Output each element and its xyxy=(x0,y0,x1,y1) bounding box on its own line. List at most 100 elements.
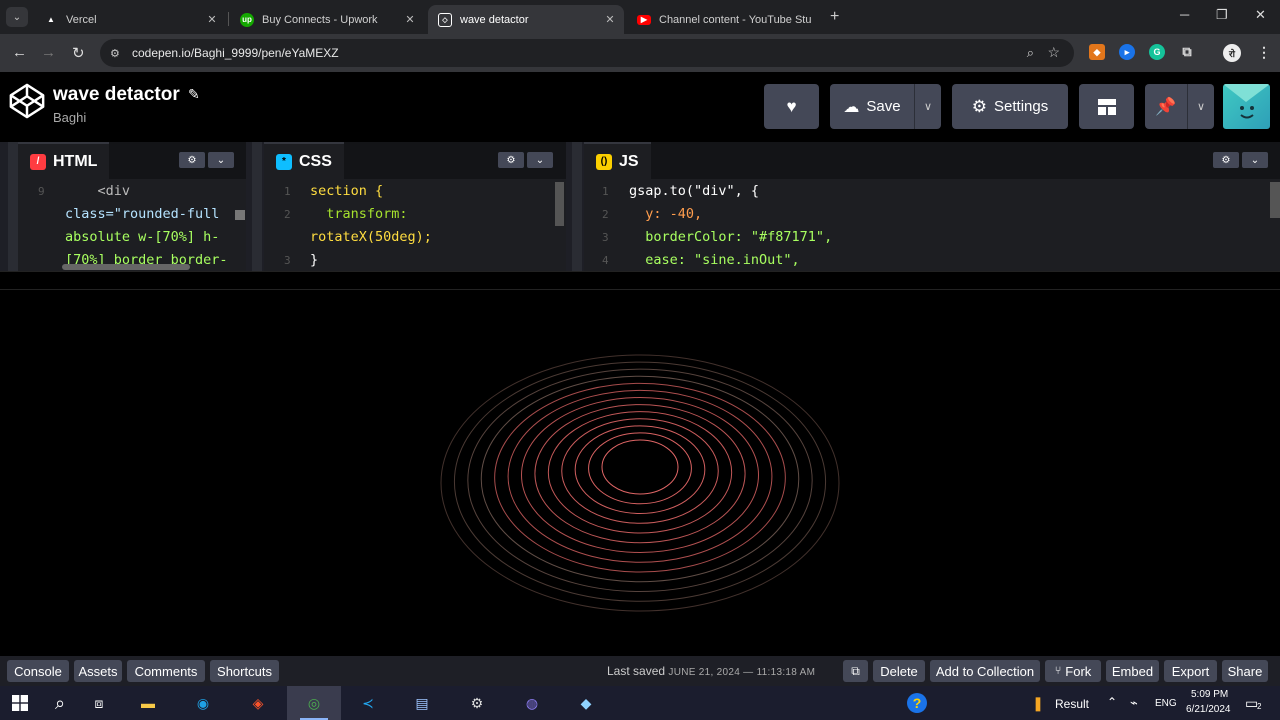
edge-icon[interactable]: ◉ xyxy=(193,693,213,713)
html-editor-tab[interactable]: / HTML xyxy=(18,142,110,179)
vscode-icon[interactable]: ≺ xyxy=(358,693,378,713)
browser-tab-youtube[interactable]: ▶ Channel content - YouTube Stu xyxy=(627,5,827,34)
language-indicator[interactable]: ENG xyxy=(1155,698,1177,709)
browser-menu-icon[interactable]: ⋮ xyxy=(1256,44,1272,60)
scrollbar-thumb[interactable] xyxy=(555,182,564,226)
network-icon[interactable]: ⌁ xyxy=(1130,695,1138,711)
scrollbar-thumb[interactable] xyxy=(235,210,245,220)
pen-title[interactable]: wave detactor xyxy=(53,84,180,106)
edit-pencil-icon[interactable]: ✎ xyxy=(188,86,200,103)
profile-avatar-icon[interactable]: रो xyxy=(1223,44,1241,62)
reload-icon[interactable]: ↻ xyxy=(72,44,85,62)
browser-tab-wave-detactor[interactable]: ◇ wave detactor ✕ xyxy=(428,5,624,34)
delete-button[interactable]: Delete xyxy=(873,660,925,682)
weather-icon[interactable]: ❚ xyxy=(1028,693,1048,713)
save-button[interactable]: ☁ Save xyxy=(830,84,914,129)
clock-time[interactable]: 5:09 PM xyxy=(1191,689,1228,700)
extensions-puzzle-icon[interactable]: ⧉ xyxy=(1179,44,1195,60)
site-info-icon[interactable]: ⚙ xyxy=(110,47,124,60)
new-tab-plus-icon[interactable]: + xyxy=(830,8,839,26)
horizontal-scrollbar[interactable] xyxy=(62,264,190,270)
brave-icon[interactable]: ◈ xyxy=(248,693,268,713)
windows-start-icon[interactable] xyxy=(10,693,30,713)
search-icon[interactable]: ⌕ xyxy=(50,693,70,713)
browser-tab-upwork[interactable]: up Buy Connects - Upwork ✕ xyxy=(230,5,424,34)
metamask-extension-icon[interactable]: ◆ xyxy=(1089,44,1105,60)
forward-arrow-icon[interactable]: → xyxy=(41,44,56,61)
add-to-collection-button[interactable]: Add to Collection xyxy=(930,660,1040,682)
bookmark-star-icon[interactable]: ☆ xyxy=(1047,44,1060,61)
window-close-icon[interactable]: ✕ xyxy=(1255,7,1266,23)
pin-dropdown-chevron-icon[interactable]: ∨ xyxy=(1187,84,1214,129)
save-dropdown-chevron-icon[interactable]: ∨ xyxy=(914,84,941,129)
comments-button[interactable]: Comments xyxy=(127,660,205,682)
clock-date[interactable]: 6/21/2024 xyxy=(1186,704,1231,715)
task-view-icon[interactable]: ⧈ xyxy=(89,693,109,713)
css-editor-header: * CSS ⚙ ⌄ xyxy=(264,142,566,179)
back-arrow-icon[interactable]: ← xyxy=(12,44,27,61)
address-bar[interactable]: ⚙ codepen.io/Baghi_9999/pen/eYaMEXZ ⌕ ☆ xyxy=(100,39,1074,67)
scrollbar-thumb[interactable] xyxy=(1270,182,1280,218)
embed-button[interactable]: Embed xyxy=(1106,660,1159,682)
close-icon[interactable]: ✕ xyxy=(204,13,220,26)
js-code[interactable]: 1 gsap.to("div", { 2 y: -40, 3 borderCol… xyxy=(584,180,1280,271)
chrome-profile-icon[interactable]: ◍ xyxy=(522,693,542,713)
js-editor-tab[interactable]: () JS xyxy=(584,142,651,179)
js-settings-gear-icon[interactable]: ⚙ xyxy=(1213,152,1239,168)
tab-separator xyxy=(228,12,229,26)
close-icon[interactable]: ✕ xyxy=(402,13,418,26)
export-button[interactable]: Export xyxy=(1164,660,1217,682)
editor-resize-handle[interactable] xyxy=(572,142,582,271)
help-icon[interactable]: ? xyxy=(907,693,927,713)
change-view-button[interactable] xyxy=(1079,84,1134,129)
pen-author[interactable]: Baghi xyxy=(53,110,86,125)
last-saved-label: Last saved xyxy=(607,664,666,678)
like-button[interactable]: ♥ xyxy=(764,84,819,129)
html-collapse-chevron-icon[interactable]: ⌄ xyxy=(208,152,234,168)
file-explorer-icon[interactable]: ▬ xyxy=(138,693,158,713)
tab-title: wave detactor xyxy=(460,13,529,26)
css-editor-tab[interactable]: * CSS xyxy=(264,142,344,179)
open-external-button[interactable]: ⧉ xyxy=(843,660,868,682)
browser-tab-strip: ⌄ ▲ Vercel ✕ up Buy Connects - Upwork ✕ … xyxy=(0,0,1280,34)
js-lang-icon: () xyxy=(596,153,612,170)
youtube-icon: ▶ xyxy=(637,14,651,25)
last-saved-date: JUNE 21, 2024 — 11:13:18 AM xyxy=(668,667,816,678)
extension-icon[interactable]: ▸ xyxy=(1119,44,1135,60)
grammarly-extension-icon[interactable]: G xyxy=(1149,44,1165,60)
user-avatar[interactable] xyxy=(1223,84,1270,129)
result-label[interactable]: Result xyxy=(1055,697,1089,711)
browser-tab-vercel[interactable]: ▲ Vercel ✕ xyxy=(34,5,226,34)
notes-app-icon[interactable]: ◆ xyxy=(576,693,596,713)
share-button[interactable]: Share xyxy=(1222,660,1268,682)
tab-search-chevron-icon[interactable]: ⌄ xyxy=(6,7,28,27)
zoom-icon[interactable]: ⌕ xyxy=(1027,45,1034,61)
window-app-icon[interactable]: ▤ xyxy=(412,693,432,713)
save-button-label: Save xyxy=(866,98,901,115)
css-settings-gear-icon[interactable]: ⚙ xyxy=(498,152,524,168)
css-collapse-chevron-icon[interactable]: ⌄ xyxy=(527,152,553,168)
fork-button[interactable]: ⑂ Fork xyxy=(1045,660,1101,682)
html-settings-gear-icon[interactable]: ⚙ xyxy=(179,152,205,168)
editor-resize-handle[interactable] xyxy=(8,142,18,271)
shortcuts-button[interactable]: Shortcuts xyxy=(210,660,279,682)
preview-resize-bar[interactable] xyxy=(0,271,1280,290)
maximize-icon[interactable]: ❐ xyxy=(1216,7,1228,23)
settings-button[interactable]: ⚙ Settings xyxy=(952,84,1068,129)
tray-chevron-up-icon[interactable]: ⌃ xyxy=(1107,695,1117,709)
wave-ring xyxy=(534,404,746,544)
console-button[interactable]: Console xyxy=(7,660,69,682)
js-collapse-chevron-icon[interactable]: ⌄ xyxy=(1242,152,1268,168)
js-editor-header: () JS ⚙ ⌄ xyxy=(584,142,1280,179)
pin-button[interactable]: 📌 xyxy=(1145,84,1187,129)
close-icon[interactable]: ✕ xyxy=(602,13,618,26)
minimize-icon[interactable]: ─ xyxy=(1180,7,1189,22)
html-code[interactable]: 9 <div class="rounded-full absolute w-[7… xyxy=(18,180,246,271)
url-text[interactable]: codepen.io/Baghi_9999/pen/eYaMEXZ xyxy=(132,46,339,60)
editor-resize-handle[interactable] xyxy=(252,142,262,271)
assets-button[interactable]: Assets xyxy=(74,660,122,682)
codepen-logo-icon[interactable] xyxy=(8,82,46,120)
settings-gear-icon[interactable]: ⚙ xyxy=(467,693,487,713)
css-code[interactable]: 1 section { 2 transform: rotateX(50deg);… xyxy=(264,180,566,271)
chrome-icon[interactable]: ◎ xyxy=(304,693,324,713)
